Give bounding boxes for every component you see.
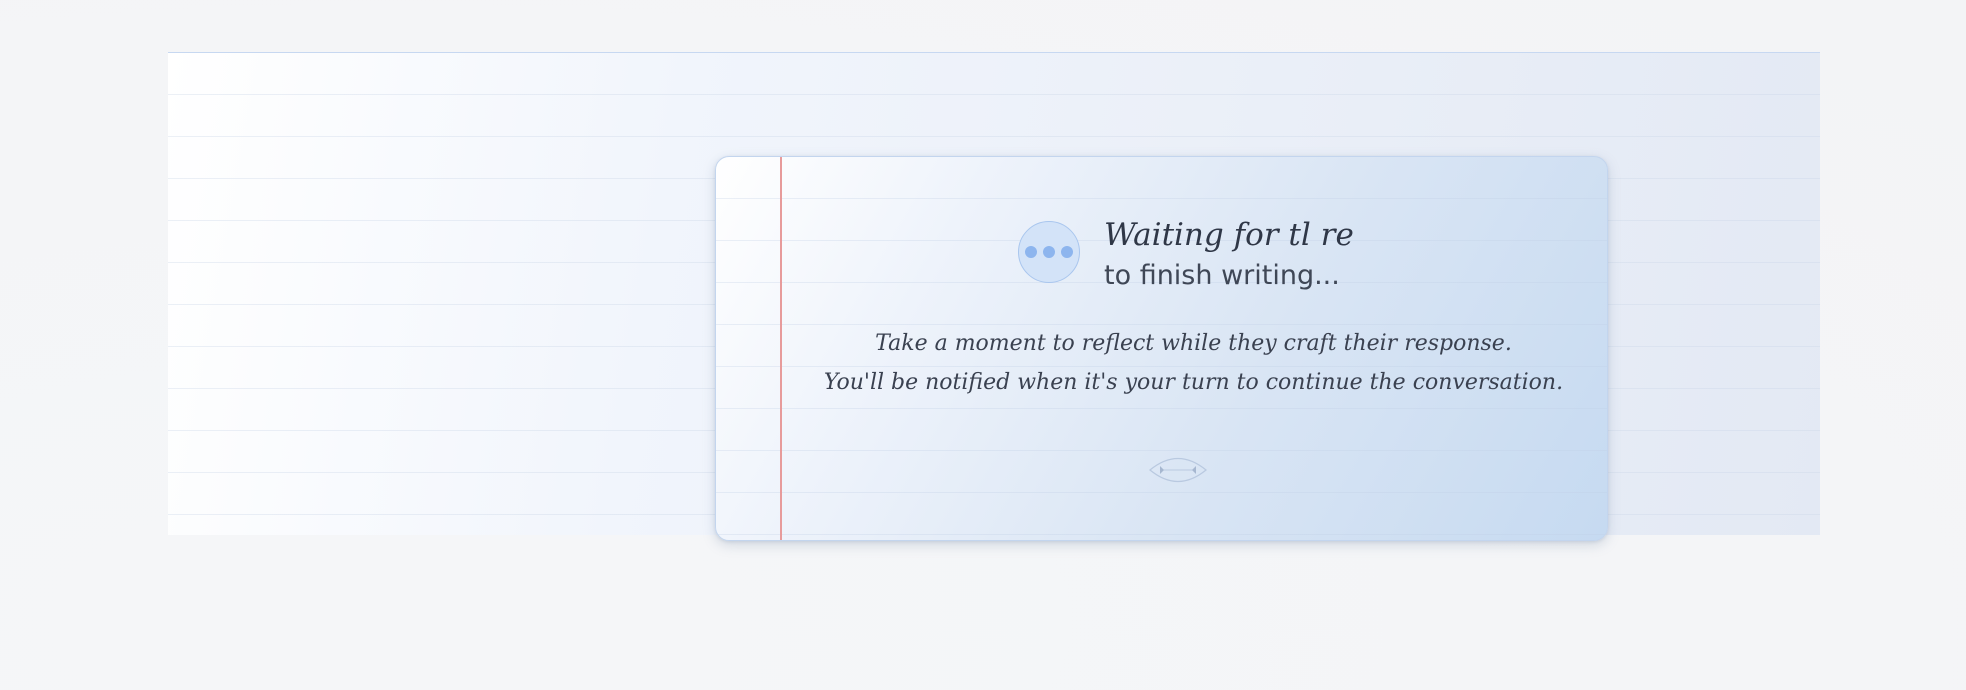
message-line: You'll be notified when it's your turn t… (823, 370, 1564, 395)
page-background: Waiting for tl re to finish writing... T… (0, 0, 1966, 690)
waiting-title: Waiting for tl re (1104, 217, 1354, 253)
typing-dot (1025, 246, 1037, 258)
waiting-subtitle: to finish writing... (1104, 260, 1340, 291)
waiting-titles: Waiting for tl re to finish writing... (1104, 215, 1354, 295)
typing-dot (1061, 246, 1073, 258)
typing-dots-icon (1018, 221, 1080, 283)
waiting-message: Take a moment to reflect while they craf… (780, 324, 1607, 402)
waiting-card: Waiting for tl re to finish writing... T… (715, 156, 1608, 541)
typing-dot (1043, 246, 1055, 258)
flourish-divider-icon (1149, 458, 1207, 482)
notebook-panel: Waiting for tl re to finish writing... T… (168, 52, 1820, 541)
waiting-header: Waiting for tl re to finish writing... (1018, 215, 1354, 295)
message-line: Take a moment to reflect while they craf… (875, 331, 1512, 356)
